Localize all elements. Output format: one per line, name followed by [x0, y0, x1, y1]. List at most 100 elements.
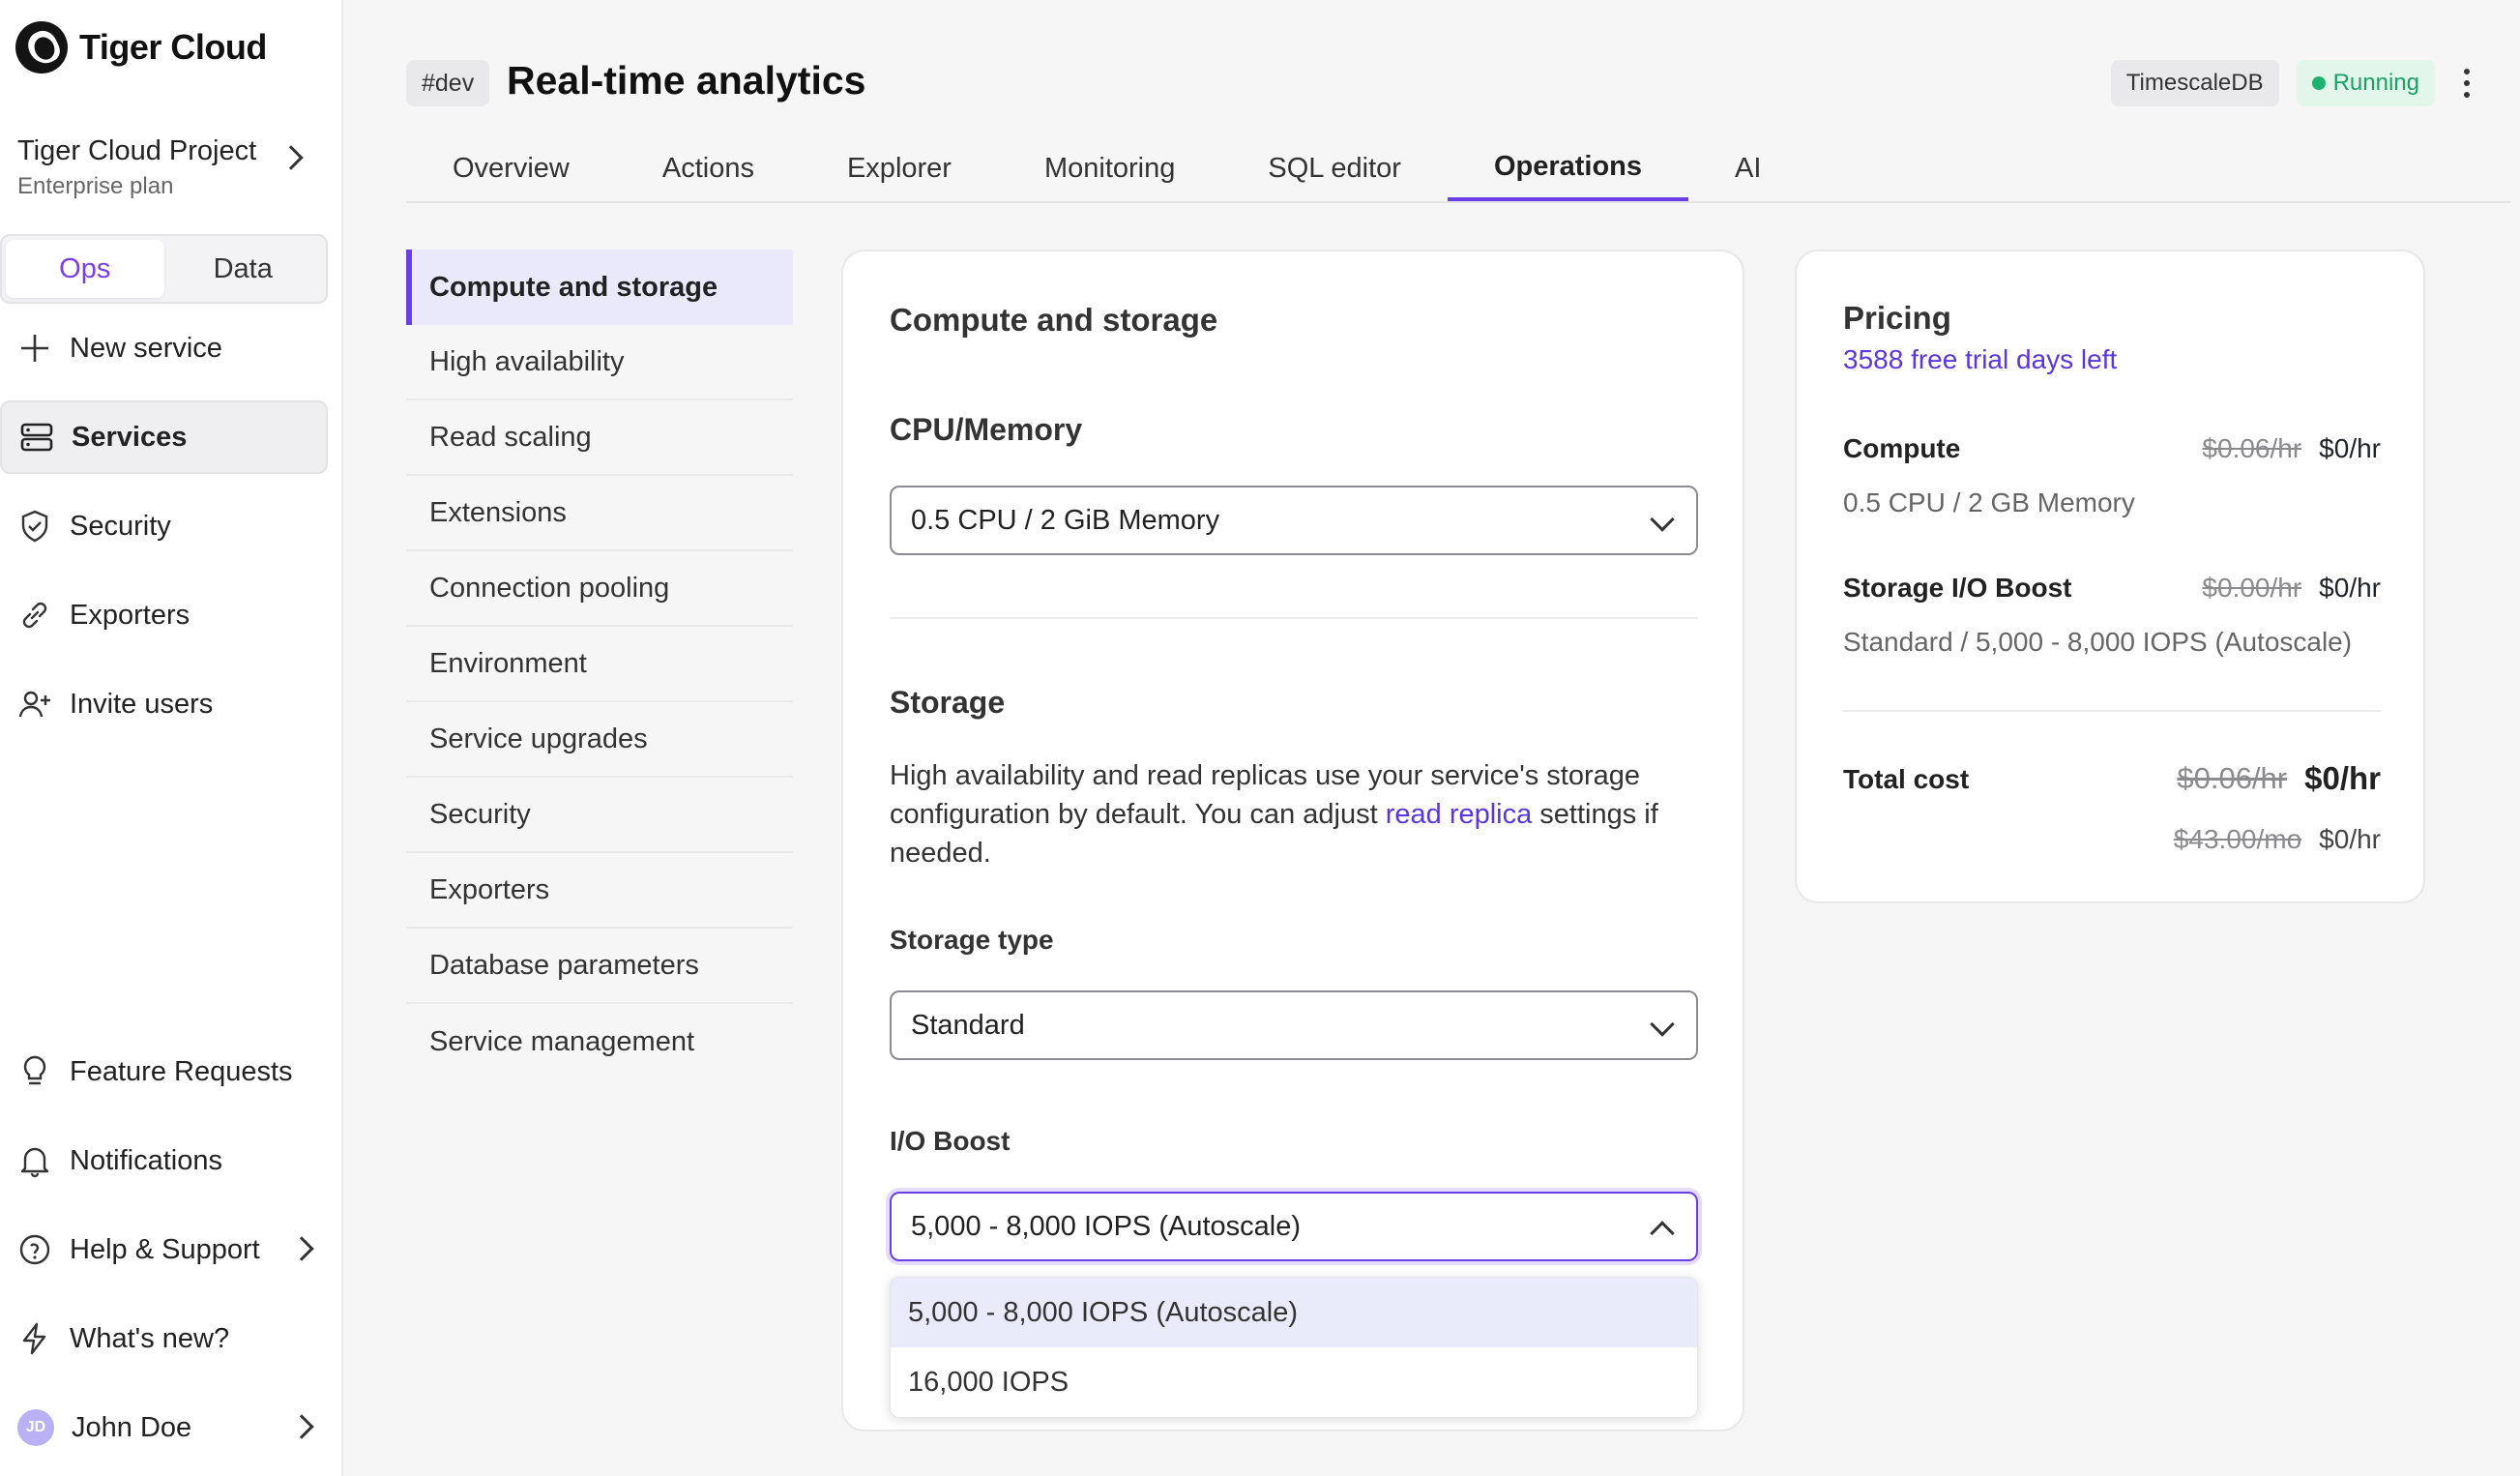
lightning-icon — [17, 1321, 52, 1356]
project-plan: Enterprise plan — [17, 173, 174, 199]
sidebar-item-invite-users[interactable]: Invite users — [0, 667, 328, 741]
tab-overview[interactable]: Overview — [406, 135, 616, 201]
compute-storage-card: Compute and storage CPU/Memory 0.5 CPU /… — [841, 250, 1744, 1432]
link-icon — [17, 598, 52, 633]
pricing-card: Pricing 3588 free trial days left Comput… — [1795, 250, 2425, 903]
subnav-high-availability[interactable]: High availability — [406, 325, 793, 400]
io-boost-select[interactable]: 5,000 - 8,000 IOPS (Autoscale) — [890, 1192, 1698, 1261]
io-boost-option[interactable]: 16,000 IOPS — [891, 1347, 1697, 1417]
total-cost-label: Total cost — [1843, 764, 1970, 794]
toggle-ops[interactable]: Ops — [6, 240, 164, 298]
brand-logo[interactable]: Tiger Cloud — [15, 21, 267, 74]
sidebar-item-label: Services — [72, 421, 188, 453]
ops-data-toggle: Ops Data — [0, 234, 328, 304]
subnav-environment[interactable]: Environment — [406, 627, 793, 702]
bell-icon — [17, 1143, 52, 1178]
io-boost-dropdown: 5,000 - 8,000 IOPS (Autoscale) 16,000 IO… — [890, 1277, 1698, 1418]
tab-actions[interactable]: Actions — [616, 135, 801, 201]
subnav-extensions[interactable]: Extensions — [406, 476, 793, 551]
subnav-compute-storage[interactable]: Compute and storage — [406, 250, 793, 325]
subnav-read-scaling[interactable]: Read scaling — [406, 400, 793, 476]
sidebar-nav: New service Services Security Exporters … — [0, 311, 328, 756]
tab-sql-editor[interactable]: SQL editor — [1221, 135, 1448, 201]
server-icon — [19, 420, 54, 455]
divider — [1843, 710, 2381, 712]
compute-label: Compute — [1843, 433, 1961, 463]
project-name: Tiger Cloud Project — [17, 135, 257, 166]
sidebar-item-whats-new[interactable]: What's new? — [0, 1302, 328, 1375]
db-type-badge: TimescaleDB — [2110, 60, 2279, 106]
user-plus-icon — [17, 687, 52, 722]
service-tabs: Overview Actions Explorer Monitoring SQL… — [406, 135, 2510, 203]
toggle-data[interactable]: Data — [164, 240, 323, 298]
plus-icon — [17, 331, 52, 366]
storage-description: High availability and read replicas use … — [890, 756, 1698, 872]
user-name: John Doe — [72, 1411, 192, 1443]
subnav-service-management[interactable]: Service management — [406, 1004, 793, 1079]
project-switcher[interactable]: Tiger Cloud Project Enterprise plan — [17, 135, 317, 200]
sidebar-item-exporters[interactable]: Exporters — [0, 578, 328, 652]
sidebar-item-label: Notifications — [70, 1144, 222, 1176]
tab-explorer[interactable]: Explorer — [801, 135, 998, 201]
sidebar-item-label: Feature Requests — [70, 1055, 293, 1087]
sidebar-item-notifications[interactable]: Notifications — [0, 1124, 328, 1197]
read-replica-link[interactable]: read replica — [1386, 799, 1533, 830]
more-options-icon[interactable] — [2452, 69, 2481, 98]
total-new-price: $0/hr — [2304, 760, 2381, 796]
compute-price-row: Compute $0.06/hr $0/hr — [1843, 433, 2381, 464]
user-menu[interactable]: JD John Doe — [0, 1391, 328, 1464]
cpu-memory-heading: CPU/Memory — [890, 412, 1083, 447]
lightbulb-icon — [17, 1054, 52, 1089]
storage-description: Standard / 5,000 - 8,000 IOPS (Autoscale… — [1843, 627, 2353, 657]
sidebar-item-services[interactable]: Services — [0, 400, 328, 474]
chevron-up-icon — [1650, 1221, 1675, 1246]
storage-type-label: Storage type — [890, 925, 1054, 955]
chevron-down-icon — [1650, 507, 1675, 532]
card-title: Compute and storage — [890, 302, 1218, 338]
storage-type-select[interactable]: Standard — [890, 990, 1698, 1060]
trial-days-left: 3588 free trial days left — [1843, 344, 2118, 374]
status-badge: Running — [2296, 60, 2435, 106]
subnav-exporters[interactable]: Exporters — [406, 853, 793, 929]
sidebar-item-label: What's new? — [70, 1322, 230, 1354]
sidebar-bottom-nav: Feature Requests Notifications Help & Su… — [0, 1035, 328, 1476]
sidebar: Tiger Cloud Tiger Cloud Project Enterpri… — [0, 0, 343, 1476]
storage-label: Storage I/O Boost — [1843, 573, 2072, 603]
sidebar-item-feature-requests[interactable]: Feature Requests — [0, 1035, 328, 1108]
operations-subnav: Compute and storage High availability Re… — [406, 250, 793, 1079]
total-old-price: $0.06/hr — [2177, 761, 2288, 795]
help-circle-icon — [17, 1232, 52, 1267]
avatar: JD — [17, 1409, 54, 1446]
sidebar-item-help-support[interactable]: Help & Support — [0, 1213, 328, 1286]
sidebar-item-label: Help & Support — [70, 1233, 260, 1265]
io-boost-option[interactable]: 5,000 - 8,000 IOPS (Autoscale) — [891, 1278, 1697, 1347]
monthly-new-price: $0/hr — [2319, 824, 2381, 854]
storage-heading: Storage — [890, 685, 1006, 720]
tab-ai[interactable]: AI — [1688, 135, 1807, 201]
sidebar-item-label: Exporters — [70, 599, 190, 631]
pricing-title: Pricing — [1843, 300, 1951, 336]
select-value: Standard — [911, 1009, 1025, 1041]
sidebar-item-label: Invite users — [70, 688, 214, 720]
subnav-connection-pooling[interactable]: Connection pooling — [406, 551, 793, 627]
subnav-service-upgrades[interactable]: Service upgrades — [406, 702, 793, 778]
tab-monitoring[interactable]: Monitoring — [998, 135, 1221, 201]
subnav-database-parameters[interactable]: Database parameters — [406, 929, 793, 1004]
compute-new-price: $0/hr — [2319, 433, 2381, 463]
subnav-security[interactable]: Security — [406, 778, 793, 853]
env-tag[interactable]: #dev — [406, 60, 490, 106]
tiger-logo-icon — [15, 21, 68, 74]
cpu-memory-select[interactable]: 0.5 CPU / 2 GiB Memory — [890, 486, 1698, 555]
sidebar-item-security[interactable]: Security — [0, 489, 328, 563]
compute-old-price: $0.06/hr — [2202, 433, 2302, 463]
page-title: Real-time analytics — [507, 58, 866, 103]
compute-description: 0.5 CPU / 2 GB Memory — [1843, 487, 2135, 517]
tab-operations[interactable]: Operations — [1447, 135, 1689, 201]
sidebar-item-new-service[interactable]: New service — [0, 311, 328, 385]
io-boost-label: I/O Boost — [890, 1126, 1011, 1156]
brand-name: Tiger Cloud — [79, 27, 267, 67]
status-label: Running — [2332, 70, 2419, 96]
divider — [890, 617, 1698, 619]
chevron-down-icon — [1650, 1012, 1675, 1037]
header-badges: TimescaleDB Running — [2110, 60, 2481, 106]
